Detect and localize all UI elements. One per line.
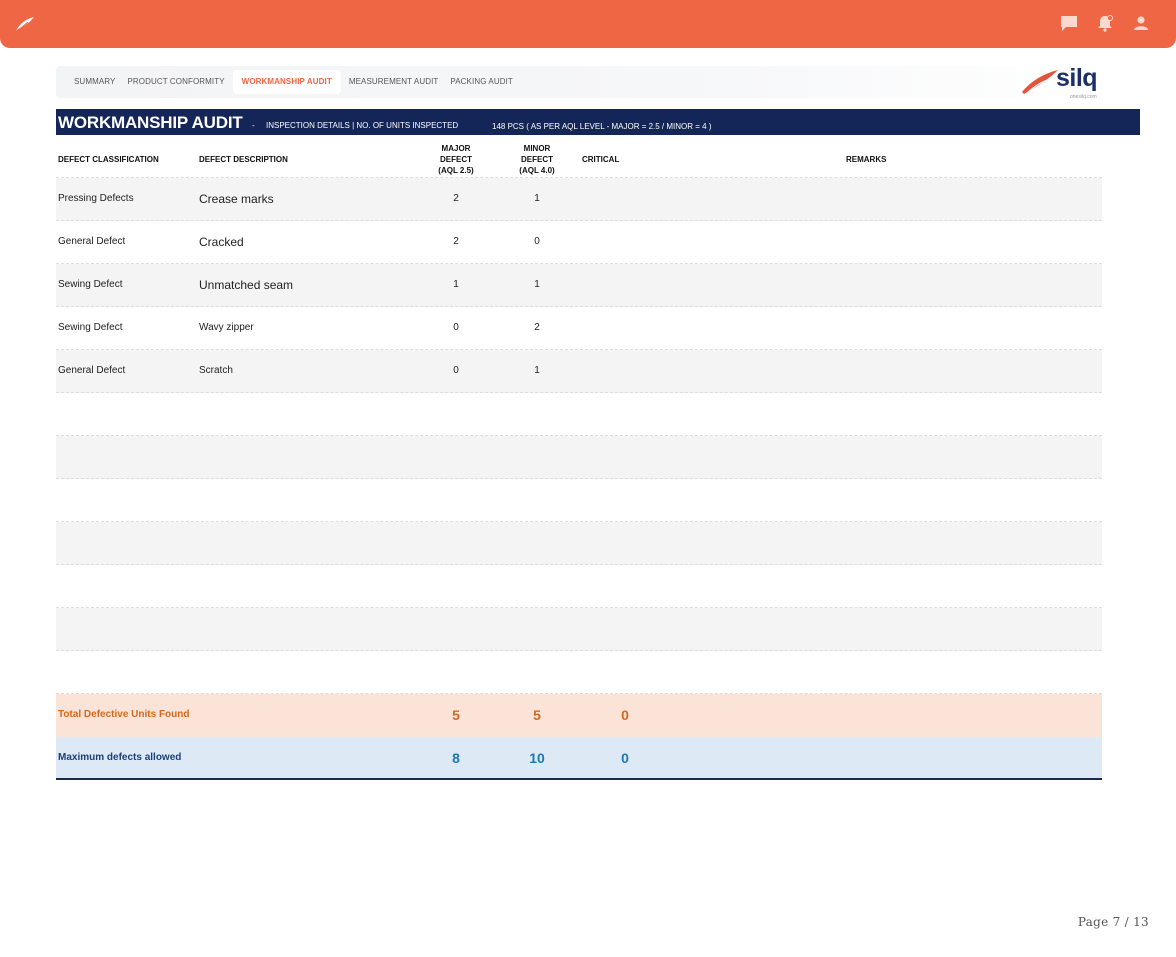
inspection-details-label: INSPECTION DETAILS | NO. OF UNITS INSPEC…: [266, 121, 459, 130]
workmanship-table: DEFECT CLASSIFICATION DEFECT DESCRIPTION…: [56, 138, 1102, 780]
max-minor: 10: [529, 750, 545, 766]
units-inspected: 148 PCS ( AS PER AQL LEVEL - MAJOR = 2.5…: [492, 122, 712, 131]
table-row: Pressing Defects Crease marks 2 1: [56, 178, 1102, 221]
empty-row: [56, 565, 1102, 608]
header-description: DEFECT DESCRIPTION: [199, 155, 288, 164]
row-classification: Sewing Defect: [58, 279, 123, 290]
header-classification: DEFECT CLASSIFICATION: [58, 155, 159, 164]
empty-row: [56, 436, 1102, 479]
row-description: Unmatched seam: [199, 278, 294, 292]
empty-row: [56, 651, 1102, 694]
empty-row: [56, 393, 1102, 436]
table-row: General Defect Scratch 0 1: [56, 350, 1102, 393]
leaf-logo-icon[interactable]: [14, 14, 36, 34]
tab-product-conformity[interactable]: PRODUCT CONFORMITY: [121, 70, 230, 94]
header-critical: CRITICAL: [582, 155, 620, 164]
row-minor: 1: [534, 279, 540, 290]
row-description: Crease marks: [199, 192, 274, 206]
max-major: 8: [452, 750, 460, 766]
row-major: 0: [453, 365, 459, 376]
tab-packing-audit[interactable]: PACKING AUDIT: [444, 70, 519, 94]
row-description: Scratch: [199, 365, 233, 376]
empty-row: [56, 608, 1102, 651]
total-defects-row: Total Defective Units Found 5 5 0: [56, 694, 1102, 737]
section-title: WORKMANSHIP AUDIT: [58, 113, 243, 132]
table-header: DEFECT CLASSIFICATION DEFECT DESCRIPTION…: [56, 138, 1102, 178]
table-row: Sewing Defect Unmatched seam 1 1: [56, 264, 1102, 307]
top-bar: [0, 0, 1176, 48]
page-number: Page 7 / 13: [1077, 915, 1149, 929]
section-header: WORKMANSHIP AUDIT - INSPECTION DETAILS |…: [56, 109, 1140, 135]
logo-subtext: onesilq.com: [1070, 94, 1097, 100]
table-row: Sewing Defect Wavy zipper 0 2: [56, 307, 1102, 350]
row-minor: 1: [534, 193, 540, 204]
header-minor-line1: MINOR: [523, 144, 551, 153]
row-classification: General Defect: [58, 236, 126, 247]
header-minor-line2: DEFECT: [521, 155, 553, 164]
row-major: 2: [453, 236, 459, 247]
total-critical: 0: [621, 707, 629, 723]
row-major: 1: [453, 279, 459, 290]
row-minor: 1: [534, 365, 540, 376]
top-icons: [1060, 14, 1150, 32]
notification-bell-icon[interactable]: [1096, 14, 1114, 32]
tab-measurement-audit[interactable]: MEASUREMENT AUDIT: [343, 70, 445, 94]
chat-icon[interactable]: [1060, 14, 1078, 32]
header-major-line2: DEFECT: [440, 155, 472, 164]
header-major: MAJOR DEFECT (AQL 2.5): [426, 143, 486, 176]
row-minor: 0: [534, 236, 540, 247]
header-major-line1: MAJOR: [441, 144, 471, 153]
row-classification: Sewing Defect: [58, 322, 123, 333]
section-dash: -: [252, 121, 255, 130]
header-major-line3: (AQL 2.5): [438, 166, 474, 175]
row-classification: Pressing Defects: [58, 193, 134, 204]
header-remarks: REMARKS: [846, 155, 887, 164]
max-defects-row: Maximum defects allowed 8 10 0: [56, 737, 1102, 780]
user-icon[interactable]: [1132, 14, 1150, 32]
header-minor-line3: (AQL 4.0): [519, 166, 555, 175]
row-minor: 2: [534, 322, 540, 333]
max-critical: 0: [621, 750, 629, 766]
row-description: Cracked: [199, 235, 244, 249]
max-label: Maximum defects allowed: [58, 752, 182, 763]
header-minor: MINOR DEFECT (AQL 4.0): [507, 143, 567, 176]
empty-row: [56, 522, 1102, 565]
tab-summary[interactable]: SUMMARY: [68, 70, 121, 94]
row-major: 0: [453, 322, 459, 333]
total-label: Total Defective Units Found: [58, 709, 190, 720]
tab-bar: SUMMARY PRODUCT CONFORMITY WORKMANSHIP A…: [56, 66, 1102, 98]
table-row: General Defect Cracked 2 0: [56, 221, 1102, 264]
row-description: Wavy zipper: [199, 322, 254, 333]
empty-row: [56, 479, 1102, 522]
tab-workmanship-audit[interactable]: WORKMANSHIP AUDIT: [232, 70, 341, 94]
total-major: 5: [452, 707, 460, 723]
row-classification: General Defect: [58, 365, 126, 376]
logo-text: silq: [1056, 64, 1098, 92]
total-minor: 5: [533, 707, 541, 723]
row-major: 2: [453, 193, 459, 204]
